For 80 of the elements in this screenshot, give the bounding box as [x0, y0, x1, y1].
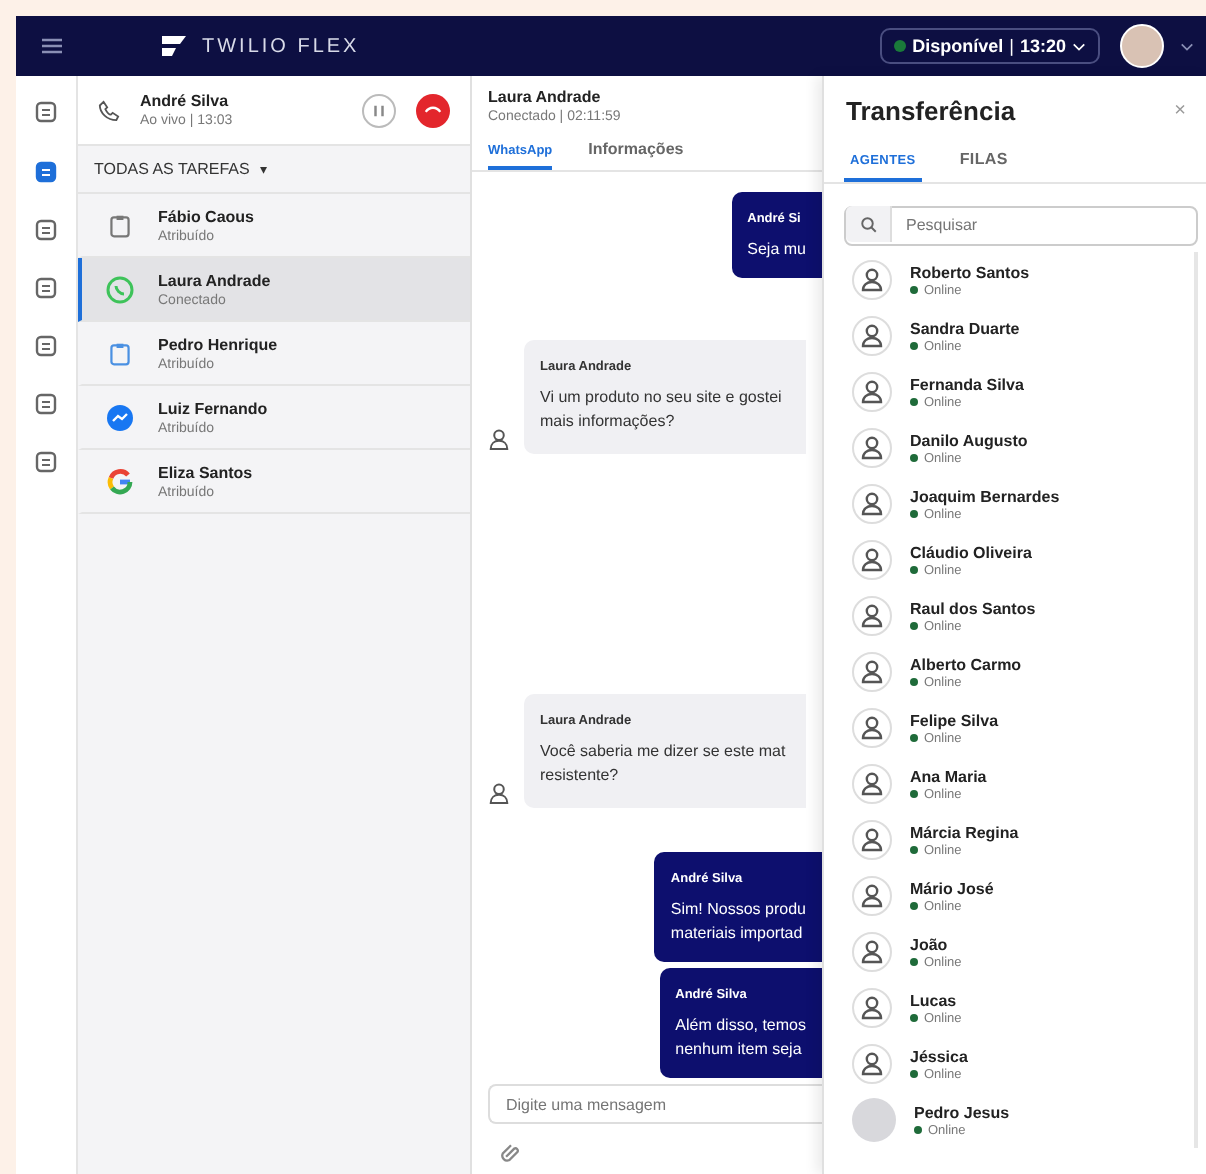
chat-tab[interactable]: Informações — [588, 140, 684, 170]
person-avatar-icon — [852, 932, 892, 972]
person-avatar-icon — [852, 540, 892, 580]
brand-name: TWILIO FLEX — [202, 35, 360, 57]
nav-icon[interactable] — [34, 450, 58, 474]
caret-icon[interactable] — [1180, 41, 1194, 51]
person-avatar-icon — [852, 988, 892, 1028]
contact-name: Laura Andrade — [158, 271, 271, 289]
chat-bubble-icon — [106, 403, 134, 431]
logo-icon — [162, 36, 186, 56]
paperclip-icon[interactable] — [500, 1142, 522, 1162]
message-text: Você saberia me dizer se este mat — [540, 740, 788, 764]
agent-name: Cláudio Oliveira — [910, 543, 1032, 561]
hang-up-button[interactable] — [416, 93, 450, 127]
person-avatar-icon — [852, 764, 892, 804]
message-text: Vi um produto no seu site e gostei — [540, 386, 784, 410]
contact-name: Fábio Caous — [158, 207, 255, 225]
message-text: materiais importad — [670, 922, 805, 946]
search-icon — [859, 215, 877, 233]
person-avatar-icon — [852, 372, 892, 412]
agent-name: Márcia Regina — [910, 823, 1019, 841]
person-avatar-icon — [852, 708, 892, 748]
contact-name: Eliza Santos — [158, 463, 253, 481]
agent-name: Sandra Duarte — [910, 319, 1020, 337]
nav-icon[interactable] — [34, 218, 58, 242]
phone-icon — [98, 99, 120, 121]
agent-name: Lucas — [910, 991, 959, 1009]
contact-name: Luiz Fernando — [158, 399, 268, 417]
clipboard-icon — [106, 213, 134, 237]
message-text: Sim! Nossos produ — [670, 898, 806, 922]
agent-name: Danilo Augusto — [910, 431, 1028, 449]
agent-name: Jéssica — [910, 1047, 968, 1065]
menu-icon[interactable] — [42, 38, 62, 54]
message-text: Além disso, temos — [675, 1014, 806, 1038]
person-avatar-icon — [852, 316, 892, 356]
hang-up-icon — [424, 104, 442, 116]
message-text: resistente? — [540, 764, 621, 788]
transfer-tab[interactable]: FILAS — [953, 150, 1014, 182]
chat-bubble-icon — [106, 275, 134, 303]
status-dot-icon — [894, 40, 907, 52]
person-avatar-icon — [852, 876, 892, 916]
pause-icon — [372, 103, 386, 117]
caret-icon — [1072, 41, 1086, 51]
nav-icon[interactable] — [34, 276, 58, 300]
agent-name: Mário José — [910, 879, 994, 897]
person-avatar-icon — [852, 260, 892, 300]
person-avatar-icon — [852, 820, 892, 860]
nav-icon[interactable] — [34, 100, 58, 124]
person-icon — [488, 428, 510, 450]
agent-name: Alberto Carmo — [910, 655, 1022, 673]
person-avatar-icon — [852, 484, 892, 524]
agent-name: Pedro Jesus — [914, 1103, 1010, 1121]
g-letter-icon — [106, 467, 134, 495]
agent-name: Raul dos Santos — [910, 599, 1036, 617]
agent-name: Joaquim Bernardes — [910, 487, 1060, 505]
contact-name: Pedro Henrique — [158, 335, 278, 353]
caller-name: André Silva — [140, 92, 231, 110]
status-dropdown[interactable]: Disponível | 13:20 — [880, 28, 1100, 64]
agent-name: Roberto Santos — [910, 263, 1030, 281]
clipboard-icon — [106, 341, 134, 365]
message-text: mais informações? — [540, 410, 677, 434]
person-avatar-icon — [852, 652, 892, 692]
agent-name: Fernanda Silva — [910, 375, 1024, 393]
nav-icon[interactable] — [34, 334, 58, 358]
panel-title: Transferência — [846, 96, 1016, 126]
nav-icon[interactable] — [34, 160, 58, 184]
avatar-placeholder[interactable] — [1120, 24, 1164, 68]
person-avatar-icon — [852, 428, 892, 468]
person-avatar-icon — [852, 596, 892, 636]
nav-icon[interactable] — [34, 392, 58, 416]
agent-name: Ana Maria — [910, 767, 987, 785]
agent-name: João — [910, 935, 950, 953]
contact-name: Laura Andrade — [488, 88, 603, 106]
message-input[interactable]: Digite uma mensagem — [488, 1084, 822, 1125]
avatar-placeholder — [852, 1098, 896, 1142]
agent-name: Felipe Silva — [910, 711, 999, 729]
person-avatar-icon — [852, 1044, 892, 1084]
message-text: Seja mu — [747, 238, 806, 262]
person-icon — [488, 782, 510, 804]
message-text: nenhum item seja — [675, 1038, 804, 1062]
